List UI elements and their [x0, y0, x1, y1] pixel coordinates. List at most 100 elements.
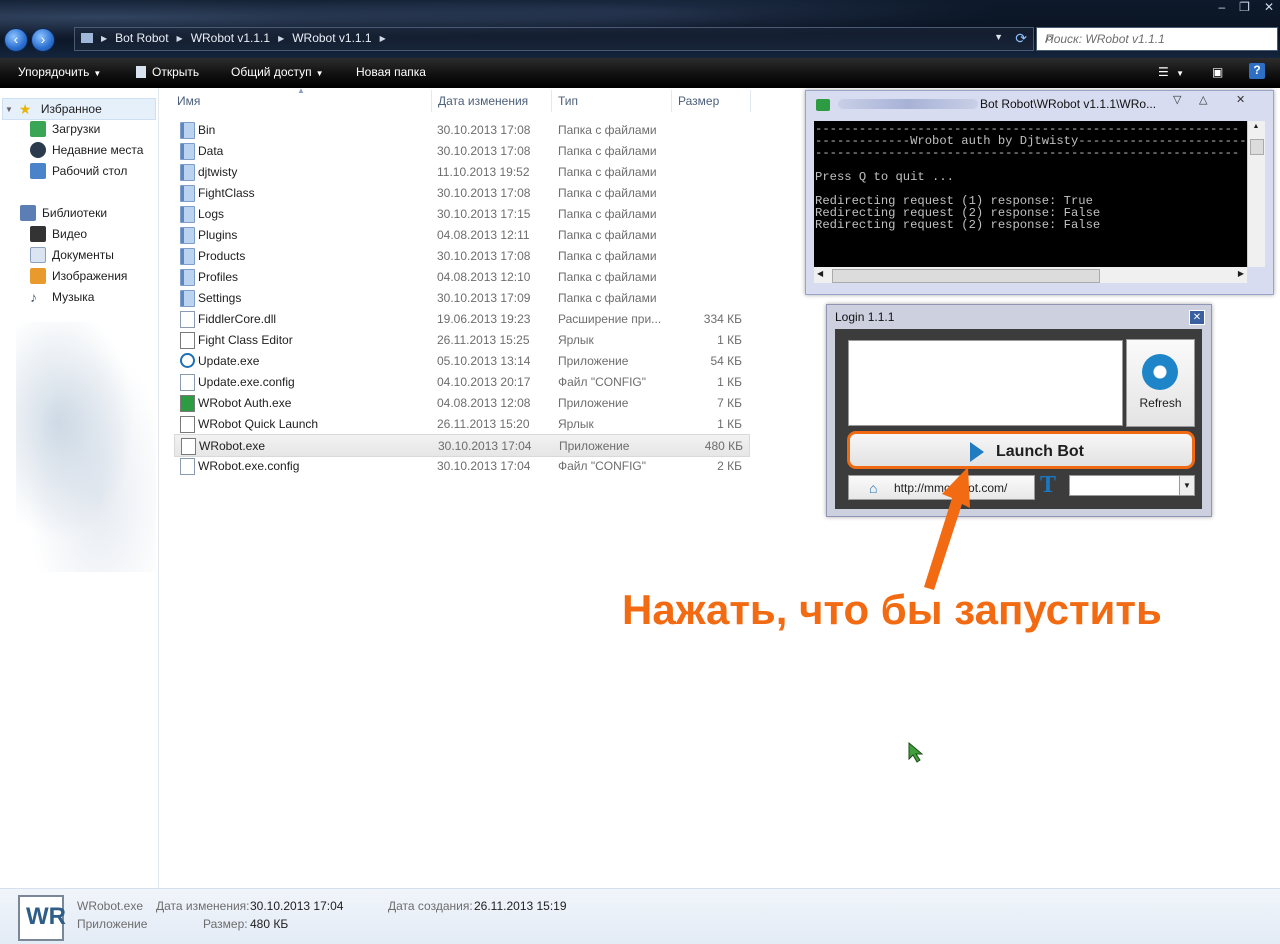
chevron-down-icon[interactable]: ▼	[994, 32, 1003, 42]
new-folder-button[interactable]: Новая папка	[356, 65, 426, 79]
close-button[interactable]: ✕	[1264, 0, 1274, 14]
help-icon[interactable]: ?	[1249, 63, 1265, 79]
table-row[interactable]: WRobot.exe 30.10.2013 17:04 Приложение 480 …	[174, 434, 750, 457]
app-icon	[180, 416, 195, 433]
column-header-date[interactable]: Дата изменения	[438, 94, 528, 108]
file-date: 26.11.2013 15:25	[437, 333, 530, 347]
breadcrumb-item[interactable]: WRobot v1.1.1	[292, 31, 371, 45]
file-name: Logs	[198, 207, 225, 221]
scroll-right-icon[interactable]: ▶	[1238, 269, 1244, 278]
refresh-button[interactable]: Refresh	[1126, 339, 1195, 427]
chevron-down-icon[interactable]: ▼	[1179, 476, 1194, 495]
auth-icon	[180, 395, 195, 412]
console-maximize-button[interactable]: △	[1199, 93, 1207, 106]
refresh-icon[interactable]: ⟳	[1015, 30, 1027, 47]
recent-places-icon	[30, 142, 46, 158]
scroll-thumb[interactable]	[832, 269, 1100, 283]
search-icon[interactable]: ⌕	[1045, 30, 1271, 46]
file-date: 05.10.2013 13:14	[437, 354, 531, 368]
table-row[interactable]: WRobot Quick Launch 26.11.2013 15:20 Ярлык…	[174, 413, 748, 434]
folder-icon	[180, 185, 195, 202]
column-header-name[interactable]: Имя	[177, 94, 200, 108]
share-button[interactable]: Общий доступ ▼	[231, 65, 324, 79]
table-row[interactable]: Bin 30.10.2013 17:08 Папка с файлами	[174, 119, 748, 140]
file-date: 30.10.2013 17:08	[437, 144, 531, 158]
file-date: 04.08.2013 12:10	[437, 270, 531, 284]
file-type: Папка с файлами	[558, 228, 657, 242]
sidebar-item-libraries[interactable]: Библиотеки	[20, 205, 107, 221]
table-row[interactable]: WRobot Auth.exe 04.08.2013 12:08 Приложени…	[174, 392, 748, 413]
scroll-up-icon[interactable]: ▲	[1250, 123, 1262, 135]
login-window: Login 1.1.1 ✕ Refresh Launch Bot ⌂ http:…	[826, 304, 1212, 517]
sidebar-item-pictures[interactable]: Изображения	[30, 268, 127, 284]
sidebar-item-desktop[interactable]: Рабочий стол	[30, 163, 127, 179]
minimize-button[interactable]: ‒	[1218, 0, 1225, 14]
file-name: Update.exe.config	[198, 375, 295, 389]
file-type: Расширение при...	[558, 312, 662, 326]
app-icon	[181, 438, 196, 455]
sidebar-item-music[interactable]: ♪ Музыка	[30, 289, 94, 305]
sidebar-item-favorites[interactable]: ▼ ★ Избранное	[2, 98, 156, 120]
file-name: WRobot.exe	[199, 439, 266, 453]
window-controls: ‒ ❐ ✕	[1218, 0, 1274, 14]
console-vertical-scrollbar[interactable]: ▲	[1247, 121, 1265, 267]
sidebar-item-recent[interactable]: Недавние места	[30, 142, 143, 158]
file-type: Папка с файлами	[558, 165, 657, 179]
file-date: 19.06.2013 19:23	[437, 312, 531, 326]
maximize-button[interactable]: ❐	[1239, 0, 1250, 14]
text-t-icon[interactable]: T	[1040, 472, 1056, 499]
file-type: Папка с файлами	[558, 291, 657, 305]
column-header-type[interactable]: Тип	[558, 94, 578, 108]
table-row[interactable]: Plugins 04.08.2013 12:11 Папка с файлами	[174, 224, 748, 245]
file-size: 1 КБ	[717, 417, 742, 431]
file-type: Файл "CONFIG"	[558, 375, 647, 389]
table-row[interactable]: Fight Class Editor 26.11.2013 15:25 Ярлык 1…	[174, 329, 748, 350]
table-row[interactable]: djtwisty 11.10.2013 19:52 Папка с файлами	[174, 161, 748, 182]
status-file-kind: Приложение	[77, 917, 148, 931]
console-minimize-button[interactable]: ▽	[1173, 93, 1181, 106]
scroll-left-icon[interactable]: ◀	[817, 269, 823, 278]
preview-pane-icon[interactable]: ▣	[1212, 65, 1223, 79]
console-output[interactable]: ----------------------------------------…	[814, 121, 1247, 267]
sidebar-item-video[interactable]: Видео	[30, 226, 87, 242]
table-row[interactable]: WRobot.exe.config 30.10.2013 17:04 Файл "C…	[174, 455, 748, 476]
console-close-button[interactable]: ✕	[1236, 93, 1245, 106]
table-row[interactable]: Products 30.10.2013 17:08 Папка с файлами	[174, 245, 748, 266]
login-text-area[interactable]	[848, 340, 1123, 426]
file-name: FiddlerCore.dll	[198, 312, 277, 326]
breadcrumb-item[interactable]: WRobot v1.1.1	[191, 31, 270, 45]
breadcrumb: ▶ Bot Robot ▶ WRobot v1.1.1 ▶ WRobot v1.…	[81, 31, 386, 45]
search-input[interactable]: Поиск: WRobot v1.1.1 ⌕	[1036, 27, 1278, 51]
file-type: Папка с файлами	[558, 207, 657, 221]
forward-button[interactable]: ›	[31, 28, 55, 52]
library-icon	[20, 205, 36, 221]
table-row[interactable]: Settings 30.10.2013 17:09 Папка с файлами	[174, 287, 748, 308]
column-header-size[interactable]: Размер	[678, 94, 719, 108]
file-date: 30.10.2013 17:09	[437, 291, 531, 305]
login-close-button[interactable]: ✕	[1189, 310, 1205, 325]
console-app-icon	[816, 99, 830, 111]
sidebar-item-downloads[interactable]: Загрузки	[30, 121, 100, 137]
breadcrumb-item[interactable]: Bot Robot	[115, 31, 168, 45]
table-row[interactable]: Profiles 04.08.2013 12:10 Папка с файлами	[174, 266, 748, 287]
open-button[interactable]: Открыть	[136, 65, 199, 79]
back-button[interactable]: ‹	[4, 28, 28, 52]
table-row[interactable]: FightClass 30.10.2013 17:08 Папка с файлам…	[174, 182, 748, 203]
language-select[interactable]: ▼	[1069, 475, 1195, 496]
table-row[interactable]: Logs 30.10.2013 17:15 Папка с файлами	[174, 203, 748, 224]
status-size-label: Размер:	[203, 917, 248, 931]
console-horizontal-scrollbar[interactable]: ◀ ▶	[814, 267, 1247, 283]
scroll-thumb[interactable]	[1250, 139, 1264, 155]
table-row[interactable]: Update.exe 05.10.2013 13:14 Приложение 54 К…	[174, 350, 748, 371]
refresh-label: Refresh	[1139, 396, 1182, 410]
address-bar[interactable]: ▶ Bot Robot ▶ WRobot v1.1.1 ▶ WRobot v1.…	[74, 27, 1034, 51]
sidebar-item-documents[interactable]: Документы	[30, 247, 114, 263]
organize-button[interactable]: Упорядочить ▼	[18, 65, 101, 79]
table-row[interactable]: Update.exe.config 04.10.2013 20:17 Файл "C…	[174, 371, 748, 392]
launch-bot-button[interactable]: Launch Bot	[847, 431, 1195, 469]
table-row[interactable]: Data 30.10.2013 17:08 Папка с файлами	[174, 140, 748, 161]
file-type: Ярлык	[558, 333, 594, 347]
view-options-icon[interactable]: ☰ ▼	[1158, 65, 1184, 79]
table-row[interactable]: FiddlerCore.dll 19.06.2013 19:23 Расширени…	[174, 308, 748, 329]
folder-icon	[81, 33, 93, 43]
